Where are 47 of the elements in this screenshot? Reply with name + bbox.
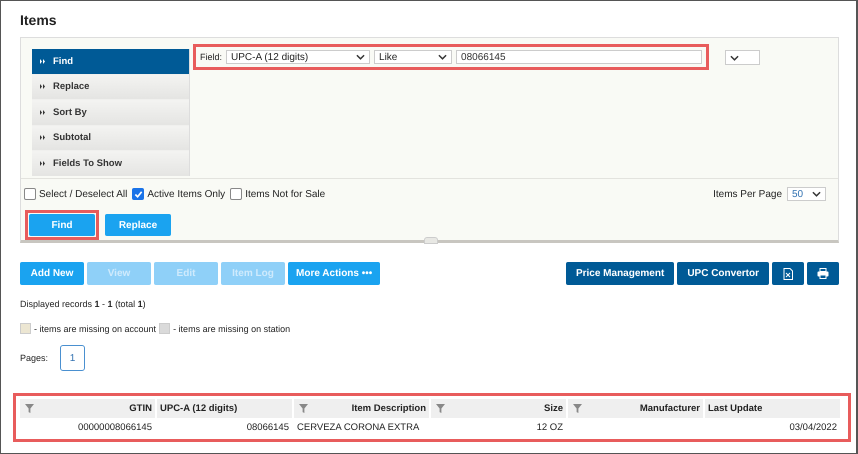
field-select[interactable]: UPC-A (12 digits)	[226, 50, 370, 64]
checkbox[interactable]	[132, 188, 144, 200]
double-chevron-icon	[40, 110, 46, 115]
resize-handle[interactable]	[424, 237, 438, 244]
column-header[interactable]: Last Update	[705, 399, 840, 418]
extra-select[interactable]	[725, 50, 760, 65]
menu-item[interactable]: Find	[32, 49, 189, 74]
table-cell-text: 08066145	[246, 420, 290, 434]
field-label: Field:	[200, 52, 222, 62]
value-field[interactable]: 08066145	[456, 50, 702, 64]
per-page-select[interactable]: 50	[787, 187, 826, 201]
operator-select[interactable]: Like	[374, 50, 452, 64]
tool-button[interactable]: Price Management	[566, 262, 674, 285]
table-cell-text: CERVEZA CORONA EXTRA	[296, 420, 420, 434]
filter-icon[interactable]	[436, 404, 445, 413]
chevron-icon	[356, 54, 366, 60]
print-icon[interactable]	[807, 262, 839, 285]
table-cell-text: 03/04/2022	[788, 420, 838, 434]
checkbox[interactable]	[230, 188, 242, 200]
chevron-icon	[812, 191, 821, 197]
checkbox-label: Select / Deselect All	[39, 188, 128, 200]
double-chevron-icon	[40, 84, 46, 90]
checkbox-label: Items Not for Sale	[245, 188, 326, 200]
column-header[interactable]: Size	[544, 403, 563, 414]
page-title: Items	[20, 12, 58, 29]
checkbox[interactable]	[24, 188, 36, 200]
legend-text: - items are missing on account	[34, 324, 156, 334]
chevron-icon	[438, 54, 448, 60]
table-cell-text: 00000008066145	[77, 420, 153, 434]
tool-button[interactable]: UPC Convertor	[677, 262, 769, 285]
table-cell-text: 12 OZ	[536, 420, 564, 434]
legend-text: - items are missing on station	[173, 324, 290, 334]
filter-icon[interactable]	[299, 404, 308, 413]
column-header[interactable]: UPC-A (12 digits)	[157, 399, 292, 418]
records-text: Displayed records 1 - 1 (total 1)	[20, 299, 147, 309]
spreadsheet-icon[interactable]	[772, 262, 804, 285]
filter-icon[interactable]	[25, 404, 34, 413]
checkbox-label: Active Items Only	[147, 188, 226, 200]
page-button[interactable]: 1	[60, 345, 86, 371]
double-chevron-icon	[40, 58, 46, 64]
pages-label: Pages:	[20, 353, 48, 363]
column-header[interactable]: GTIN	[129, 403, 152, 414]
double-chevron-icon	[40, 160, 46, 166]
per-page-label: Items Per Page	[713, 188, 782, 200]
double-chevron-icon	[40, 135, 46, 140]
filter-icon[interactable]	[573, 404, 582, 413]
chevron-icon	[730, 54, 739, 60]
